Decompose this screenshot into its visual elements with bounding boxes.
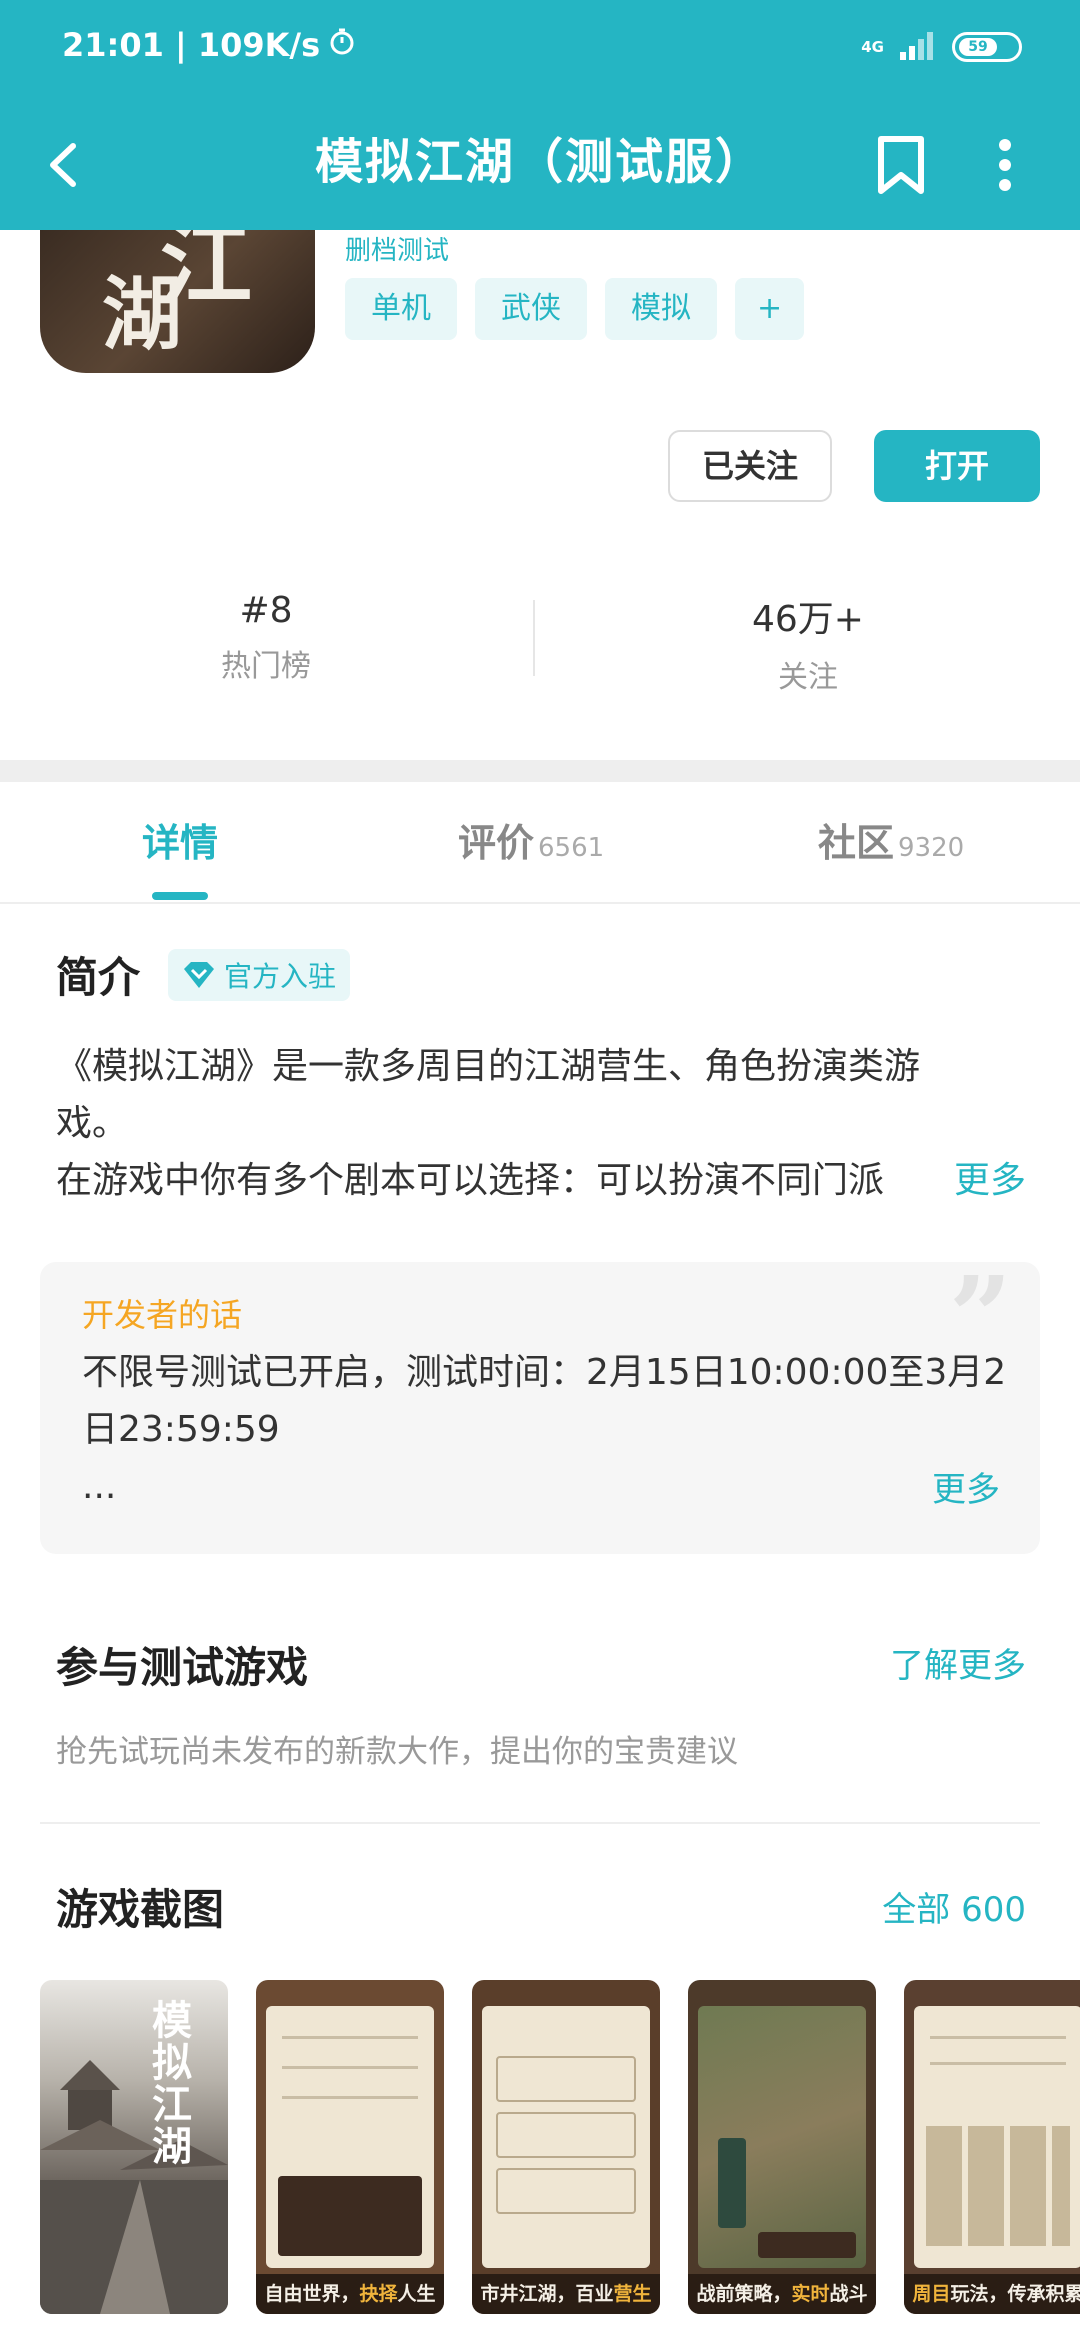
signal-icon [898,30,938,64]
rank-stat[interactable]: #8 热门榜 [116,590,416,685]
network-label: 4G [861,38,884,56]
tab-count: 9320 [898,833,965,863]
intro-line: 戏。 [56,1103,129,1144]
screenshot-caption: 周目玩法，传承积累 [904,2274,1080,2314]
open-button[interactable]: 打开 [874,430,1040,502]
developer-note-ellipsis: ... [82,1466,117,1507]
screenshot-panel [914,2006,1080,2268]
battle-toolbar [758,2232,856,2258]
screenshot-caption: 自由世界，抉择人生 [256,2274,444,2314]
tab-details[interactable]: 详情 [142,812,218,867]
nav-bar: 模拟江湖（测试服） [0,100,1080,230]
cover-title: 模拟江湖 [152,1997,192,2170]
tag-more-button[interactable]: + [735,278,805,340]
tab-label: 评价 [458,821,535,865]
screenshot-caption: 战前策略，实时战斗 [688,2274,876,2314]
tag-item[interactable]: 武侠 [475,278,587,340]
status-left: 21:01 | 109K/s [62,26,356,64]
rank-label: 热门榜 [221,649,311,684]
tab-bar: 详情 评价 6561 社区 9320 [0,782,1080,904]
character-row [278,2176,422,2256]
intro-title: 简介 [56,953,141,1002]
followers-value: 46万+ [752,599,864,640]
screenshot-panel [266,2006,434,2268]
rank-value: #8 [239,590,293,631]
tag-list: 单机 武侠 模拟 + [345,278,805,340]
screenshot-panel [482,2006,650,2268]
screenshot-thumb[interactable]: 周目玩法，传承积累 [904,1980,1080,2314]
status-time-speed: 21:01 | 109K/s [62,26,321,64]
intro-text: 《模拟江湖》是一款多周目的江湖营生、角色扮演类游 戏。 在游戏中你有多个剧本可以… [56,1038,1026,1209]
panel-line [282,2066,418,2069]
tab-count: 6561 [538,833,605,863]
followers-label: 关注 [778,660,838,695]
tab-label: 详情 [142,821,219,865]
tab-label: 社区 [818,821,895,865]
battle-unit-bar [718,2138,746,2228]
beta-learn-more-link[interactable]: 了解更多 [890,1638,1026,1687]
developer-note-more-link[interactable]: 更多 [932,1462,1000,1511]
status-bar: 21:01 | 109K/s 4G 59 [0,0,1080,100]
tag-item[interactable]: 单机 [345,278,457,340]
more-menu-button[interactable] [960,120,1050,210]
panel-entry [496,2056,636,2102]
app-info-card: 江 湖 删档测试 单机 武侠 模拟 + 已关注 打开 #8 热门榜 46万+ 关… [0,230,1080,760]
panel-entry [496,2168,636,2214]
panel-entry [496,2112,636,2158]
developer-note-text: 不限号测试已开启，测试时间：2月15日10:00:00至3月2日23:59:59… [82,1344,1012,1515]
app-icon[interactable]: 江 湖 [40,230,315,373]
beta-section-title: 参与测试游戏 [56,1643,309,1692]
battery-icon: 59 [952,32,1022,62]
intro-line: 《模拟江湖》是一款多周目的江湖营生、角色扮演类游 [56,1046,921,1087]
app-icon-text: 湖 [102,267,182,361]
beta-section-desc: 抢先试玩尚未发布的新款大作，提出你的宝贵建议 [56,1734,738,1770]
screenshot-strip: 模拟江湖 自由世界，抉择人生 市井江湖，百业营生 战前策略，实时战斗 周目玩法，… [40,1980,1080,2316]
screenshots-title: 游戏截图 [56,1885,225,1934]
developer-note-body: 不限号测试已开启，测试时间：2月15日10:00:00至3月2日23:59:59 [82,1352,1007,1450]
more-vertical-icon [999,139,1011,191]
battle-map [698,2006,866,2268]
section-divider [40,1822,1040,1824]
screenshots-all-link[interactable]: 全部 600 [882,1882,1026,1931]
screenshot-thumb[interactable]: 模拟江湖 [40,1980,228,2314]
screenshot-thumb[interactable]: 自由世界，抉择人生 [256,1980,444,2314]
stat-divider [533,600,535,676]
panel-line [930,2062,1066,2065]
battery-level: 59 [959,38,997,56]
stopwatch-icon [328,26,356,64]
screenshot-caption: 市井江湖，百业营生 [472,2274,660,2314]
tag-item[interactable]: 模拟 [605,278,717,340]
panel-line [930,2036,1066,2039]
intro-more-link[interactable]: 更多 [893,1152,1026,1209]
screenshot-thumb[interactable]: 市井江湖，百业营生 [472,1980,660,2314]
intro-header: 简介 官方入驻 [56,944,351,1005]
tab-community[interactable]: 社区 9320 [818,812,964,867]
bookmark-icon [878,136,924,194]
intro-line: 在游戏中你有多个剧本可以选择：可以扮演不同门派 [56,1160,885,1201]
bookmark-button[interactable] [856,120,946,210]
section-divider [0,760,1080,782]
tab-indicator [152,892,208,900]
intro-line-truncated: 在游戏中你有多个剧本可以选择：可以扮演不同门派 更多 [56,1152,1026,1209]
panel-line [282,2036,418,2039]
tab-reviews[interactable]: 评价 6561 [458,812,604,867]
developer-note-title: 开发者的话 [82,1296,243,1334]
followers-stat: 46万+ 关注 [658,590,958,696]
panel-line [282,2096,418,2099]
verified-diamond-icon [184,961,215,988]
follow-button[interactable]: 已关注 [668,430,832,502]
skill-grid [926,2126,1070,2246]
official-badge-label: 官方入驻 [224,959,337,993]
official-badge[interactable]: 官方入驻 [168,948,351,1001]
developer-note-card[interactable]: ” 开发者的话 不限号测试已开启，测试时间：2月15日10:00:00至3月2日… [40,1262,1040,1554]
screenshot-thumb[interactable]: 战前策略，实时战斗 [688,1980,876,2314]
status-right: 4G 59 [861,30,1022,64]
app-subtitle: 删档测试 [345,236,450,266]
